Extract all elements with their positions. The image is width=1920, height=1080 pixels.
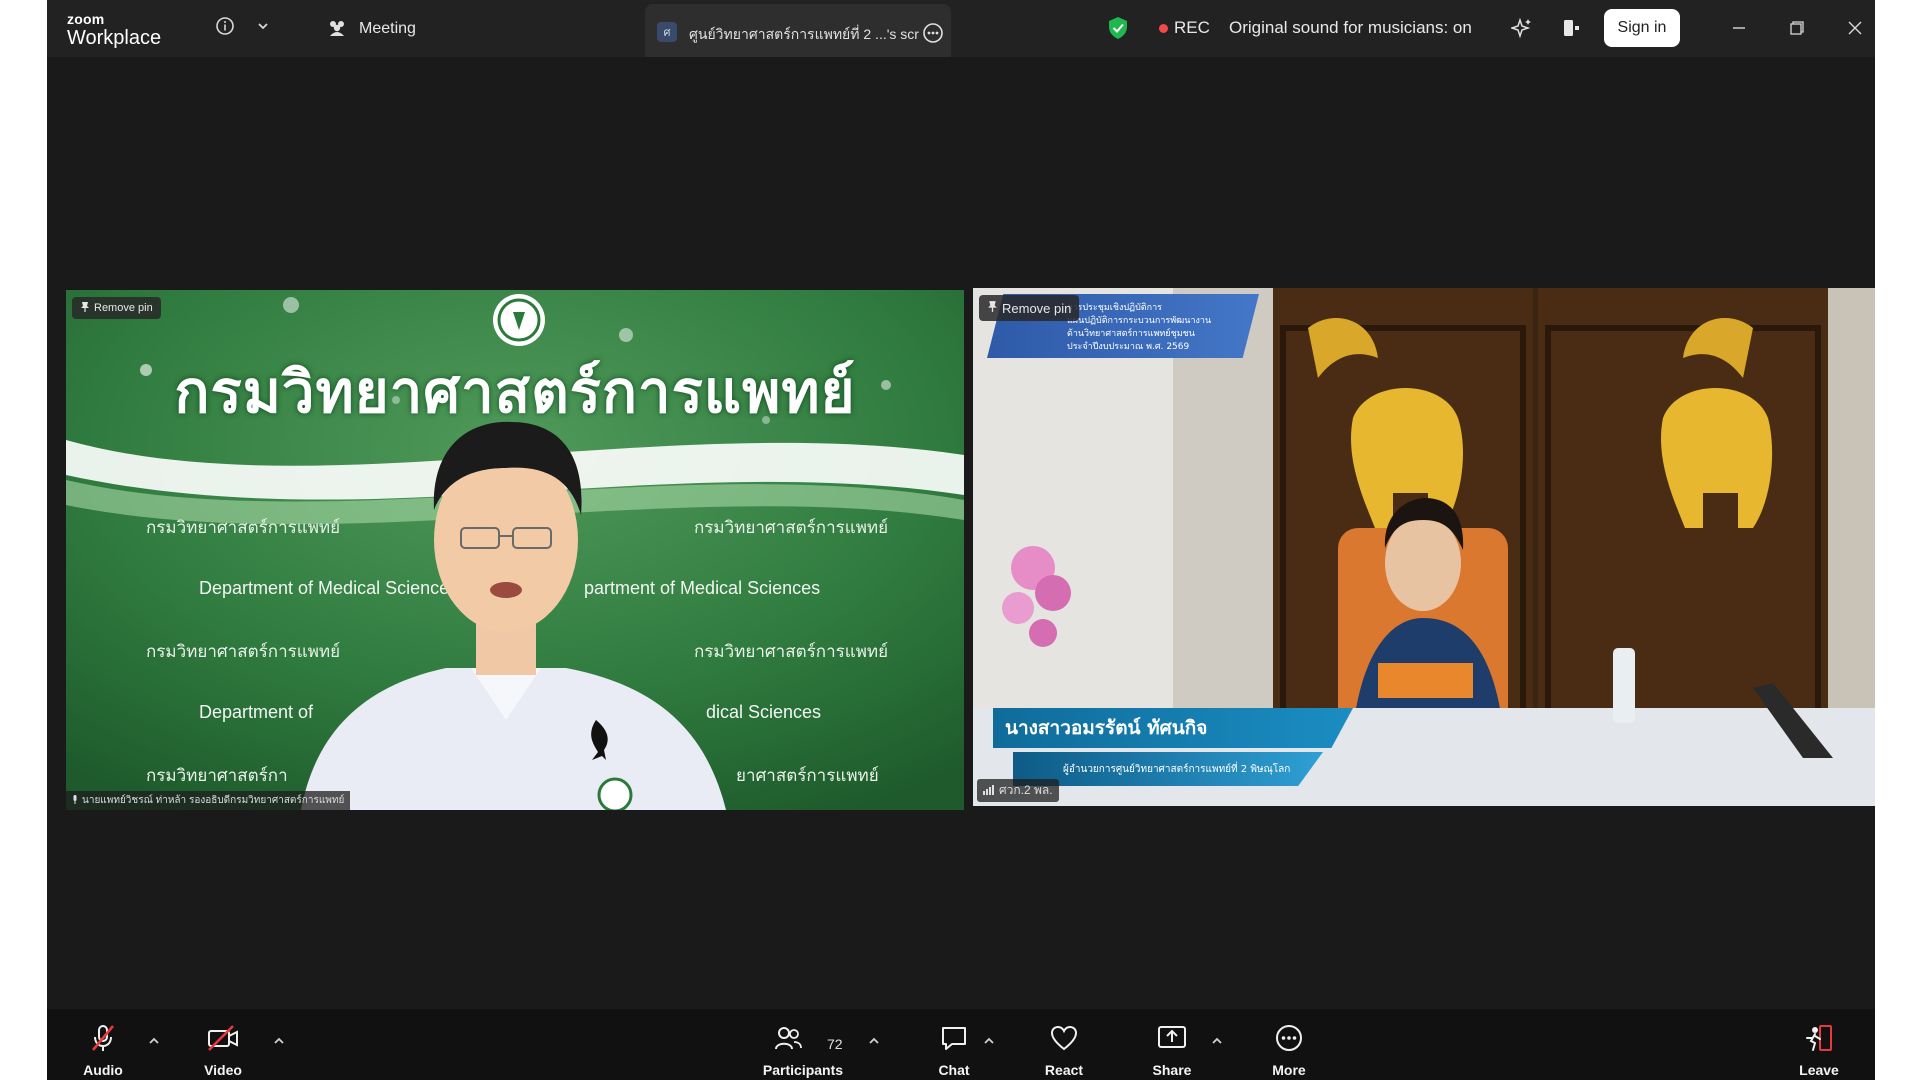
share-screen-tab[interactable]: ศ ศูนย์วิทยาศาสตร์การแพทย์ที่ 2 ...'s sc… [645,4,951,57]
banner-line: ประจำปีงบประมาณ พ.ศ. 2569 [1067,342,1190,352]
chat-button[interactable]: Chat [924,1009,984,1080]
remove-pin-label: Remove pin [94,302,153,314]
audio-button[interactable]: Audio [69,1009,137,1080]
video-tile-right[interactable]: การประชุมเชิงปฏิบัติการ แผนปฏิบัติการกระ… [973,288,1875,806]
logo-bottom: Workplace [67,27,162,49]
participant-name: ศวก.2 พล. [999,783,1053,797]
react-button[interactable]: React [1032,1009,1096,1080]
share-label: Share [1152,1062,1192,1078]
pin-icon [987,300,998,316]
chat-options-caret-icon[interactable] [983,1035,995,1049]
share-button[interactable]: Share [1140,1009,1204,1080]
video-tile-left[interactable]: กรมวิทยาศาสตร์การแพทย์ กรมวิทยาศาสตร์การ… [66,290,964,810]
banner-line: แผนปฏิบัติการกระบวนการพัฒนางาน [1067,316,1212,326]
signal-icon [983,784,995,798]
react-label: React [1044,1062,1084,1078]
participants-options-caret-icon[interactable] [868,1035,880,1049]
chevron-down-icon[interactable] [253,16,273,36]
remove-pin-label: Remove pin [1002,300,1072,316]
banner-line: การประชุมเชิงปฏิบัติการ [1067,303,1162,313]
share-screen-icon [1156,1023,1188,1058]
lower-third-name: นางสาวอมรรัตน์ ทัศนกิจ [993,708,1353,748]
leave-button[interactable]: Leave [1787,1009,1851,1080]
participants-icon [773,1023,803,1058]
share-options-caret-icon[interactable] [1211,1035,1223,1049]
remove-pin-button[interactable]: Remove pin [72,297,161,319]
video-options-caret-icon[interactable] [273,1035,285,1049]
lower-third-title: ผู้อำนวยการศูนย์วิทยาศาสตร์การแพทย์ที่ 2… [1013,752,1323,786]
participant-name-tag: นายแพทย์วิชรณ์ ท่าหล้า รองอธิบดีกรมวิทยา… [66,791,351,810]
participant-name: นายแพทย์วิชรณ์ ท่าหล้า รองอธิบดีกรมวิทยา… [82,795,345,806]
remove-pin-button[interactable]: Remove pin [979,295,1080,321]
mic-icon [72,794,78,807]
video-button[interactable]: Video [187,1009,259,1080]
video-label: Video [204,1062,242,1078]
zoom-window: zoom Workplace Meeting ศ ศูนย์วิทยาศาสตร… [47,0,1875,1080]
close-icon[interactable] [1843,16,1867,40]
audio-options-caret-icon[interactable] [148,1035,160,1049]
original-sound-status[interactable]: Original sound for musicians: on [1229,18,1472,38]
zoom-logo: zoom Workplace [67,12,161,48]
heart-icon [1049,1023,1079,1058]
title-bar: zoom Workplace Meeting ศ ศูนย์วิทยาศาสตร… [47,0,1875,57]
meeting-label[interactable]: Meeting [359,20,416,38]
rec-dot-icon [1159,23,1168,33]
share-tab-title: ศูนย์วิทยาศาสตร์การแพทย์ที่ 2 ...'s scr [689,26,919,42]
participant-name-tag: ศวก.2 พล. [977,779,1059,802]
recording-indicator[interactable]: REC [1159,18,1210,38]
mic-muted-icon [88,1023,118,1058]
sparkle-icon[interactable] [1509,15,1535,41]
participants-label: Participants [762,1062,844,1078]
participant-count: 72 [827,1036,843,1052]
chat-icon [939,1023,969,1058]
chat-label: Chat [938,1062,970,1078]
audio-label: Audio [83,1062,123,1078]
video-off-icon [206,1023,240,1058]
leave-icon [1803,1023,1835,1058]
share-tab-avatar: ศ [657,22,677,42]
side-panel-icon[interactable] [1559,16,1583,40]
minimize-icon[interactable] [1727,16,1751,40]
more-label: More [1272,1062,1306,1078]
participants-icon [325,17,349,39]
restore-icon[interactable] [1785,16,1809,40]
more-button[interactable]: More [1257,1009,1321,1080]
more-icon[interactable] [921,21,945,45]
sign-in-button[interactable]: Sign in [1604,9,1680,47]
rec-label: REC [1174,18,1210,37]
info-icon[interactable] [213,14,237,38]
banner-line: ด้านวิทยาศาสตร์การแพทย์ชุมชน [1067,329,1195,339]
leave-label: Leave [1799,1062,1839,1078]
pin-icon [80,301,90,316]
shield-icon[interactable] [1105,15,1131,41]
more-icon [1273,1023,1305,1058]
speaker-figure [301,421,726,810]
meeting-toolbar: Audio Video Participants 72 Chat React S… [47,1009,1875,1080]
logo-top: zoom [67,11,105,27]
